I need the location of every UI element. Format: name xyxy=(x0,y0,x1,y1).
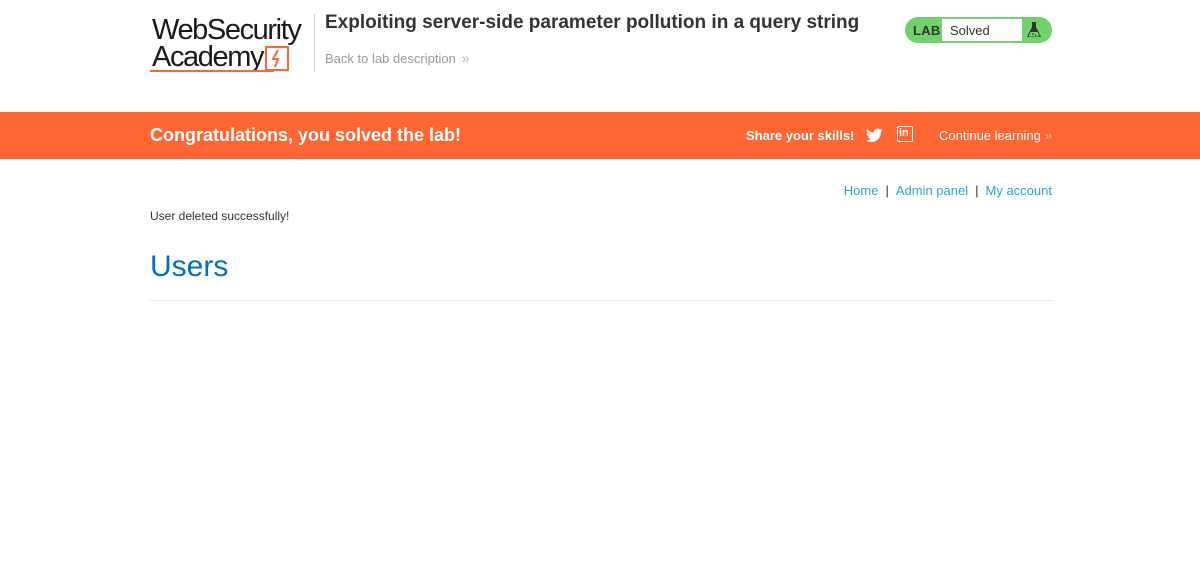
header-divider xyxy=(314,14,315,72)
linkedin-glyph: in xyxy=(899,127,909,139)
top-navigation-links: Home | Admin panel | My account xyxy=(844,183,1052,198)
lab-label: LAB xyxy=(913,23,941,38)
congratulations-message: Congratulations, you solved the lab! xyxy=(150,125,462,145)
nav-separator: | xyxy=(975,183,979,198)
share-skills-label: Share your skills! xyxy=(746,128,855,143)
twitter-icon[interactable] xyxy=(866,127,883,144)
logo-underline xyxy=(150,70,274,72)
continue-learning-label: Continue learning xyxy=(939,128,1041,143)
linkedin-icon[interactable]: in xyxy=(897,126,913,142)
web-security-academy-logo[interactable]: WebSecurity Academy xyxy=(150,14,312,74)
status-message: User deleted successfully! xyxy=(150,209,290,223)
lab-status-badge: LAB Solved xyxy=(905,17,1052,43)
logo-lightning-icon xyxy=(265,46,289,71)
lab-title: Exploiting server-side parameter polluti… xyxy=(325,12,860,33)
back-link-label: Back to lab description xyxy=(325,51,456,66)
nav-separator: | xyxy=(885,183,889,198)
flask-icon xyxy=(1027,22,1041,37)
continue-learning-link[interactable]: Continue learning» xyxy=(939,128,1052,143)
my-account-link[interactable]: My account xyxy=(986,183,1052,198)
logo-text-line2: Academy xyxy=(152,41,264,73)
academy-header: WebSecurity Academy Exploiting server-si… xyxy=(0,0,1200,112)
back-to-lab-description-link[interactable]: Back to lab description » xyxy=(325,50,470,66)
chevron-right-icon: » xyxy=(461,50,470,66)
chevron-right-icon: » xyxy=(1044,128,1052,143)
status-box: Solved xyxy=(942,19,1022,41)
solved-notification-banner: Congratulations, you solved the lab! Sha… xyxy=(0,112,1200,159)
heading-divider xyxy=(150,300,1052,301)
lab-status-text: Solved xyxy=(950,23,990,38)
home-link[interactable]: Home xyxy=(844,183,879,198)
admin-panel-link[interactable]: Admin panel xyxy=(896,183,968,198)
page-title: Users xyxy=(150,250,229,283)
